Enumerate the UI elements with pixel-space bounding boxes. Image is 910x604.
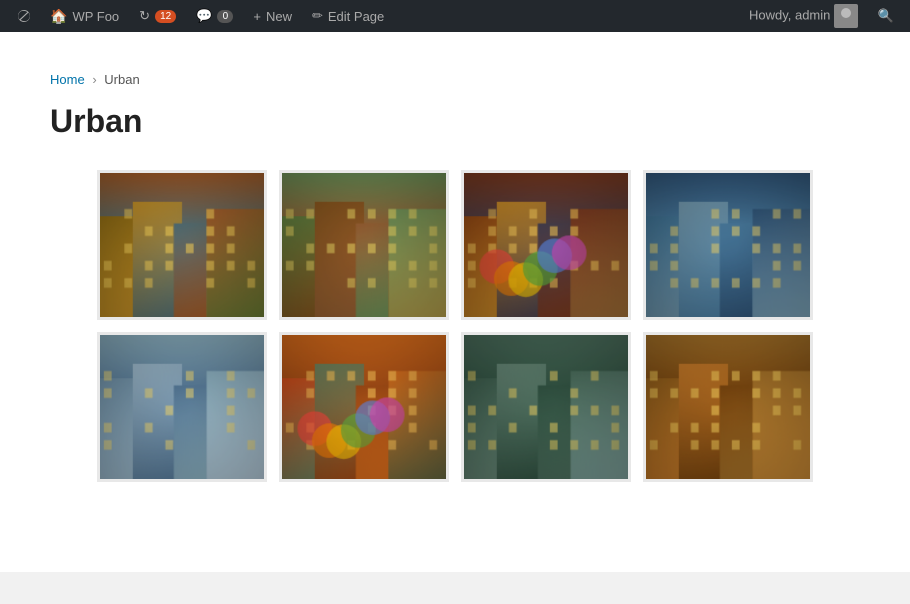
breadcrumb-current: Urban [104, 72, 139, 87]
new-label: New [266, 9, 292, 24]
gallery-item[interactable] [279, 170, 449, 320]
gallery [50, 170, 860, 482]
gallery-item[interactable] [643, 332, 813, 482]
updates-badge: 12 [155, 10, 176, 23]
gallery-item[interactable] [643, 170, 813, 320]
user-info-button[interactable]: Howdy, admin [741, 4, 866, 28]
breadcrumb-separator: › [92, 72, 96, 87]
adminbar-right: Howdy, admin 🔍 [741, 0, 902, 32]
breadcrumb-home-link[interactable]: Home [50, 72, 85, 87]
adminbar-left: 🏠 WP Foo ↻ 12 💬 0 + New ✏ Edit Page [8, 0, 741, 32]
edit-icon: ✏ [312, 8, 323, 24]
edit-page-button[interactable]: ✏ Edit Page [302, 0, 394, 32]
search-icon: 🔍 [878, 8, 894, 24]
page-content: Home › Urban Urban [0, 32, 910, 572]
breadcrumb: Home › Urban [50, 72, 860, 87]
gallery-row-2 [80, 332, 830, 482]
gallery-item[interactable] [461, 332, 631, 482]
comments-badge: 0 [217, 10, 233, 23]
site-name-label: WP Foo [72, 9, 119, 24]
site-icon: 🏠 [50, 8, 67, 25]
site-name-button[interactable]: 🏠 WP Foo [40, 0, 129, 32]
plus-icon: + [253, 9, 261, 24]
gallery-item[interactable] [97, 170, 267, 320]
page-title: Urban [50, 103, 860, 140]
user-avatar [834, 4, 858, 28]
new-content-button[interactable]: + New [243, 0, 302, 32]
admin-bar: 🏠 WP Foo ↻ 12 💬 0 + New ✏ Edit Page Howd… [0, 0, 910, 32]
comments-button[interactable]: 💬 0 [186, 0, 243, 32]
gallery-item[interactable] [461, 170, 631, 320]
search-button[interactable]: 🔍 [870, 0, 902, 32]
comments-icon: 💬 [196, 8, 212, 24]
gallery-item[interactable] [279, 332, 449, 482]
updates-button[interactable]: ↻ 12 [129, 0, 186, 32]
wp-logo-button[interactable] [8, 0, 40, 32]
gallery-item[interactable] [97, 332, 267, 482]
gallery-row-1 [80, 170, 830, 320]
edit-page-label: Edit Page [328, 9, 384, 24]
updates-icon: ↻ [139, 8, 150, 24]
howdy-label: Howdy, admin [749, 7, 830, 22]
